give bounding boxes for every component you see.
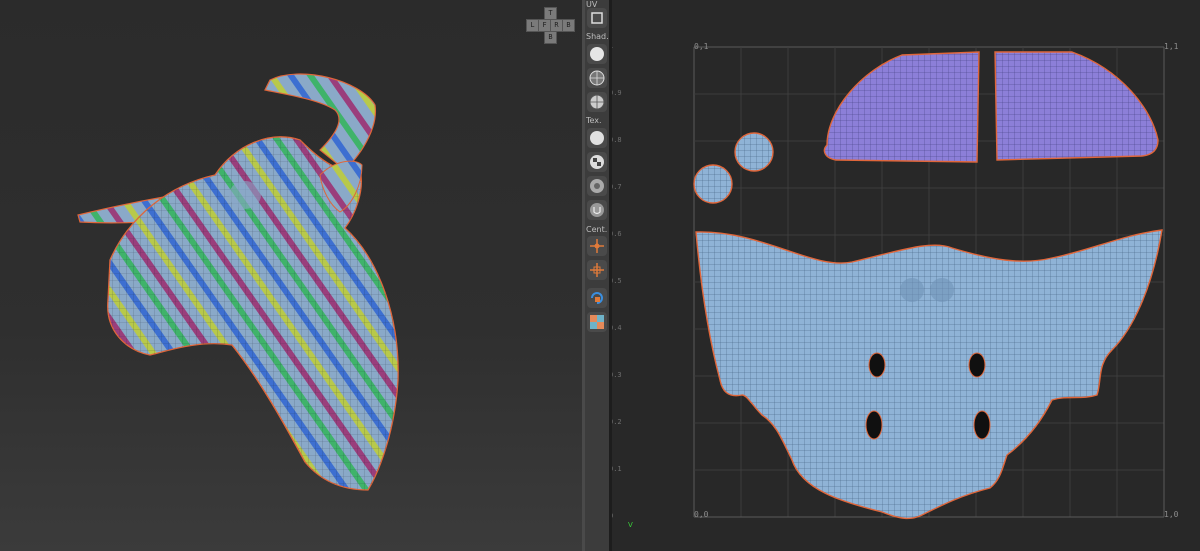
v-tick-label: 0.2 [612, 418, 622, 426]
shading-label: Shad. [586, 32, 609, 41]
v-tick-label: 0.1 [612, 465, 622, 473]
texture-off-button[interactable] [587, 128, 607, 148]
navigation-cube[interactable]: T L F R B B [526, 7, 575, 44]
navcube-back-face[interactable]: B [562, 19, 575, 32]
v-axis-label: V [628, 521, 633, 529]
sphere-plain-icon [590, 131, 604, 145]
v-tick-label: 0.8 [612, 136, 622, 144]
v-tick-label: 1 [612, 42, 613, 50]
navcube-bottom-face[interactable]: B [544, 31, 557, 44]
uv-corner-top-right: 1,1 [1164, 42, 1179, 51]
bull-mesh [77, 73, 399, 491]
center-pivot-button[interactable] [587, 236, 607, 256]
3d-viewport[interactable]: T L F R B B [0, 0, 582, 551]
uv-shell-horn-right [994, 51, 1159, 161]
uv-corner-top-left: 0,1 [694, 42, 709, 51]
uv-canvas [693, 46, 1165, 520]
uv-editor-viewport[interactable]: 0,1 1,1 0,0 1,0 1 0.9 0.8 0.7 0.6 0.5 0.4 0.3 0.… [612, 0, 1200, 551]
texture-label: Tex. [586, 116, 602, 125]
v-tick-label: 0.5 [612, 277, 622, 285]
lock-rotate-icon [591, 292, 603, 304]
sphere-shaded-icon [590, 47, 604, 61]
checker-texture-button[interactable] [587, 152, 607, 172]
v-tick-label: 0.3 [612, 371, 622, 379]
v-tick-label: 0.9 [612, 89, 622, 97]
numbered-texture-button[interactable] [587, 176, 607, 196]
numbered-sphere-icon [590, 179, 604, 193]
uv-shell-eye-left [693, 164, 733, 204]
shaded-button[interactable] [587, 44, 607, 64]
sphere-wireframe-icon [589, 70, 605, 86]
v-tick-label: 0 [612, 512, 613, 520]
v-tick-label: 0.6 [612, 230, 622, 238]
target-icon [590, 263, 604, 277]
uv-checker-button[interactable] [587, 312, 607, 332]
center-label: Cent. [586, 225, 608, 234]
uv-hole-nostril-left [865, 410, 883, 440]
uv-hole-eye-left [868, 352, 886, 378]
uv-shell-head [695, 229, 1163, 520]
v-tick-label: 0.4 [612, 324, 622, 332]
sphere-grid-icon [589, 94, 605, 110]
lock-rotate-button[interactable] [587, 288, 607, 308]
uv-toolbar: UV Shad. Tex. Cent. [585, 0, 609, 551]
uv-shell-eye-right [734, 132, 774, 172]
checker-sphere-icon [590, 155, 604, 169]
frame-icon [591, 12, 603, 24]
uv-sphere-icon [590, 203, 604, 217]
uv-texture-button[interactable] [587, 200, 607, 220]
uv-hole-nostril-right [973, 410, 991, 440]
shaded-wireframe-button[interactable] [587, 92, 607, 112]
center-selection-button[interactable] [587, 260, 607, 280]
pivot-icon [590, 239, 604, 253]
wireframe-button[interactable] [587, 68, 607, 88]
uv-shell-horn-left [823, 51, 980, 163]
uv-corner-bottom-right: 1,0 [1164, 510, 1179, 519]
frame-view-button[interactable] [587, 8, 607, 28]
bull-head-model [77, 73, 399, 491]
uv-hole-eye-right [968, 352, 986, 378]
uv-checker-icon [590, 315, 604, 329]
uv-corner-bottom-left: 0,0 [694, 510, 709, 519]
v-tick-label: 0.7 [612, 183, 622, 191]
